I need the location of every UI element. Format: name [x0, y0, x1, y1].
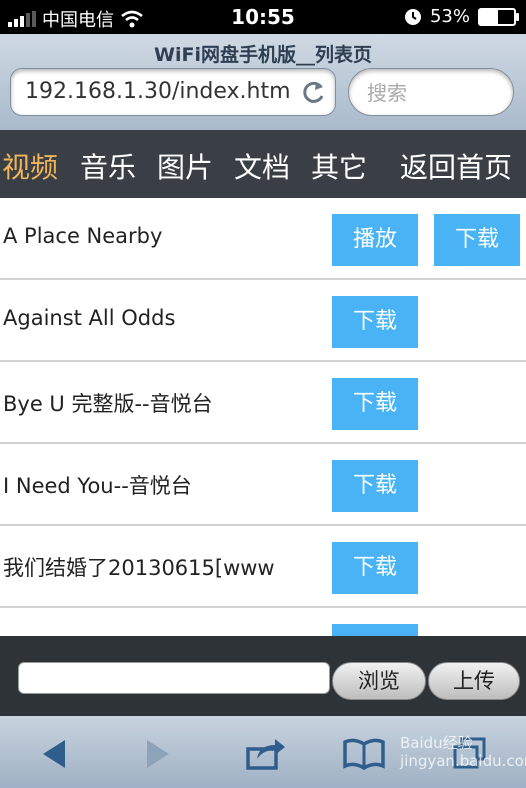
file-list: A Place Nearby 播放 下载 Against All Odds 下载… — [0, 198, 526, 636]
list-item: A Place Nearby 播放 下载 — [0, 198, 526, 280]
file-name: A Place Nearby — [3, 224, 163, 248]
nav-item-documents[interactable]: 文档 — [234, 146, 290, 186]
file-name: Bye U 完整版--音悦台 — [3, 392, 213, 416]
reload-icon[interactable] — [301, 79, 327, 105]
nav-item-video[interactable]: 视频 — [2, 146, 58, 186]
search-box[interactable] — [348, 68, 514, 116]
nav-item-images[interactable]: 图片 — [157, 146, 213, 186]
upload-button[interactable]: 上传 — [428, 662, 520, 700]
file-name: 我们结婚了20130615[www — [3, 556, 275, 580]
nav-item-music[interactable]: 音乐 — [80, 146, 136, 186]
play-button[interactable]: 播放 — [332, 214, 418, 266]
file-path-field[interactable] — [18, 662, 330, 694]
address-bar[interactable]: 192.168.1.30/index.html — [10, 68, 336, 116]
search-input[interactable] — [365, 80, 509, 106]
nav-home-link[interactable]: 返回首页 — [400, 146, 512, 186]
bookmarks-icon — [343, 738, 385, 770]
share-icon — [246, 739, 285, 770]
download-button[interactable]: 下载 — [332, 460, 418, 512]
forward-button[interactable] — [136, 734, 180, 774]
back-icon — [43, 740, 65, 768]
battery-icon — [478, 7, 519, 26]
url-text[interactable]: 192.168.1.30/index.html — [25, 79, 291, 104]
watermark-line2: jingyan.baidu.com — [400, 752, 526, 770]
status-bar: 中国电信 10:55 53% — [0, 0, 526, 34]
bookmarks-button[interactable] — [342, 734, 386, 774]
forward-icon — [147, 740, 169, 768]
list-item-partial — [0, 608, 526, 636]
download-button[interactable]: 下载 — [332, 296, 418, 348]
download-button-partial[interactable] — [332, 624, 418, 636]
status-right: 53% — [404, 6, 519, 27]
back-button[interactable] — [32, 734, 76, 774]
download-button[interactable]: 下载 — [332, 542, 418, 594]
file-name: I Need You--音悦台 — [3, 474, 192, 498]
download-button[interactable]: 下载 — [434, 214, 520, 266]
battery-fill — [480, 9, 499, 24]
battery-percent: 53% — [429, 6, 470, 27]
nav-item-other[interactable]: 其它 — [311, 146, 367, 186]
list-item: 我们结婚了20130615[www 下载 — [0, 526, 526, 608]
watermark: Baidu经验 jingyan.baidu.com — [400, 734, 526, 770]
page-title: WiFi网盘手机版__列表页 — [154, 44, 372, 66]
orientation-lock-icon — [404, 8, 421, 25]
browse-button[interactable]: 浏览 — [332, 662, 426, 700]
download-button[interactable]: 下载 — [332, 378, 418, 430]
list-item: Bye U 完整版--音悦台 下载 — [0, 362, 526, 444]
list-item: I Need You--音悦台 下载 — [0, 444, 526, 526]
list-item: Against All Odds 下载 — [0, 280, 526, 362]
browser-header: WiFi网盘手机版__列表页 192.168.1.30/index.html — [0, 34, 526, 131]
watermark-line1: Baidu经验 — [400, 734, 473, 752]
share-button[interactable] — [244, 734, 288, 774]
phone-screen: 中国电信 10:55 53% WiFi网盘手机版__列表页 192.168.1.… — [0, 0, 526, 788]
upload-bar: 浏览 上传 — [0, 636, 526, 716]
category-nav: 视频 音乐 图片 文档 其它 返回首页 — [0, 130, 526, 198]
file-name: Against All Odds — [3, 306, 176, 330]
